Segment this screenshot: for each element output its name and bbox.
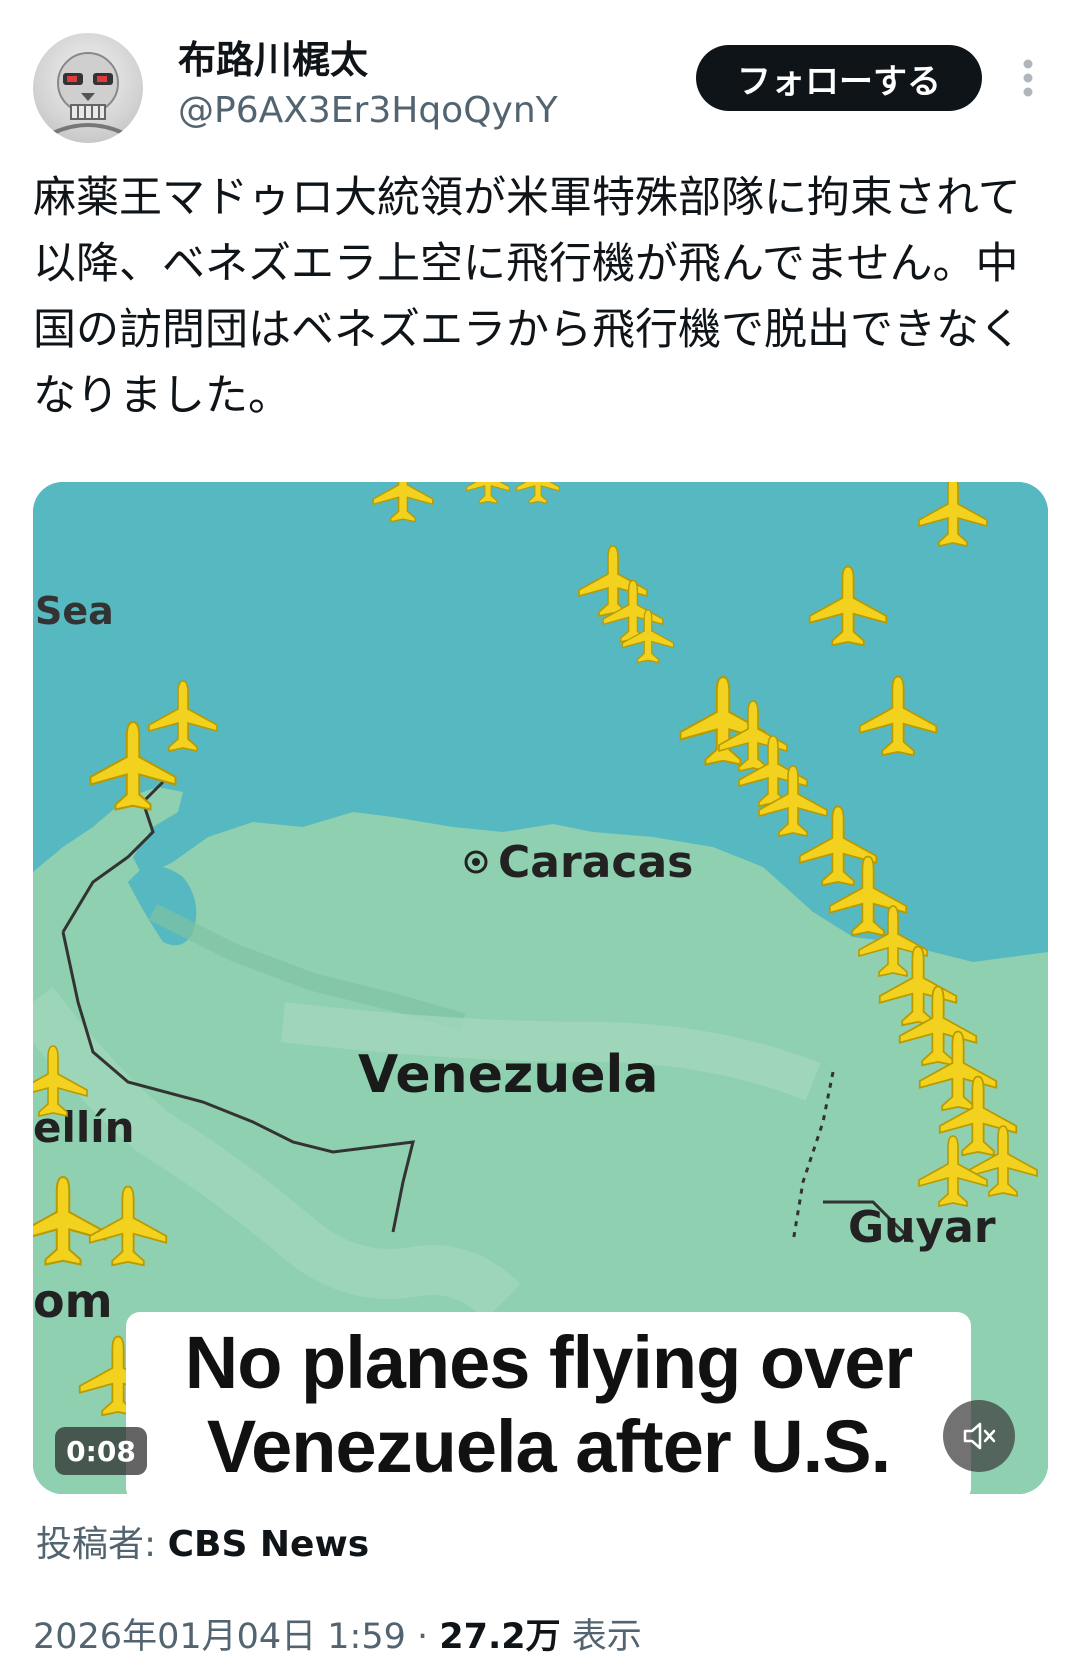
tweet-text: 麻薬王マドゥロ大統領が米軍特殊部隊に拘束されて以降、ベネズエラ上空に飛行機が飛ん… bbox=[33, 173, 1022, 421]
post-timestamp[interactable]: 2026年01月04日 1:59 bbox=[33, 1617, 406, 1657]
tweet-post: 布路川梶太 @P6AX3Er3HqoQynY フォローする 麻薬王マドゥロ大統領… bbox=[0, 0, 1080, 1670]
author-handle[interactable]: @P6AX3Er3HqoQynY bbox=[178, 88, 558, 134]
post-meta: 2026年01月04日 1:59 · 27.2万 表示 bbox=[33, 1614, 642, 1660]
caption-line-2: Venezuela after U.S. bbox=[206, 1405, 891, 1488]
caption-line-1: No planes flying over bbox=[184, 1321, 913, 1404]
view-count: 27.2万 bbox=[439, 1617, 561, 1657]
map-label-caracas: Caracas bbox=[498, 837, 693, 888]
map-label-colombia: om bbox=[33, 1274, 113, 1328]
video-player[interactable]: Sea Caracas Venezuela ellín om Guyar No … bbox=[33, 482, 1048, 1494]
video-attribution: 投稿者: CBS News bbox=[36, 1522, 369, 1568]
attribution-label: 投稿者: bbox=[36, 1524, 168, 1565]
speaker-muted-icon bbox=[963, 1422, 996, 1450]
attribution-source[interactable]: CBS News bbox=[168, 1524, 370, 1565]
author-name[interactable]: 布路川梶太 bbox=[178, 36, 368, 84]
more-vertical-icon bbox=[1023, 59, 1033, 97]
map-label-venezuela: Venezuela bbox=[358, 1045, 658, 1105]
skull-avatar-icon bbox=[52, 52, 124, 135]
avatar[interactable] bbox=[33, 33, 143, 143]
video-duration: 0:08 bbox=[55, 1427, 147, 1475]
view-label: 表示 bbox=[560, 1617, 642, 1657]
map-label-guyana: Guyar bbox=[848, 1202, 996, 1253]
follow-button[interactable]: フォローする bbox=[696, 45, 982, 111]
map-label-sea: Sea bbox=[35, 589, 114, 633]
meta-separator: · bbox=[405, 1617, 440, 1657]
more-options-button[interactable] bbox=[1010, 52, 1046, 104]
video-caption: No planes flying over Venezuela after U.… bbox=[126, 1312, 971, 1494]
mute-button[interactable] bbox=[943, 1400, 1015, 1472]
